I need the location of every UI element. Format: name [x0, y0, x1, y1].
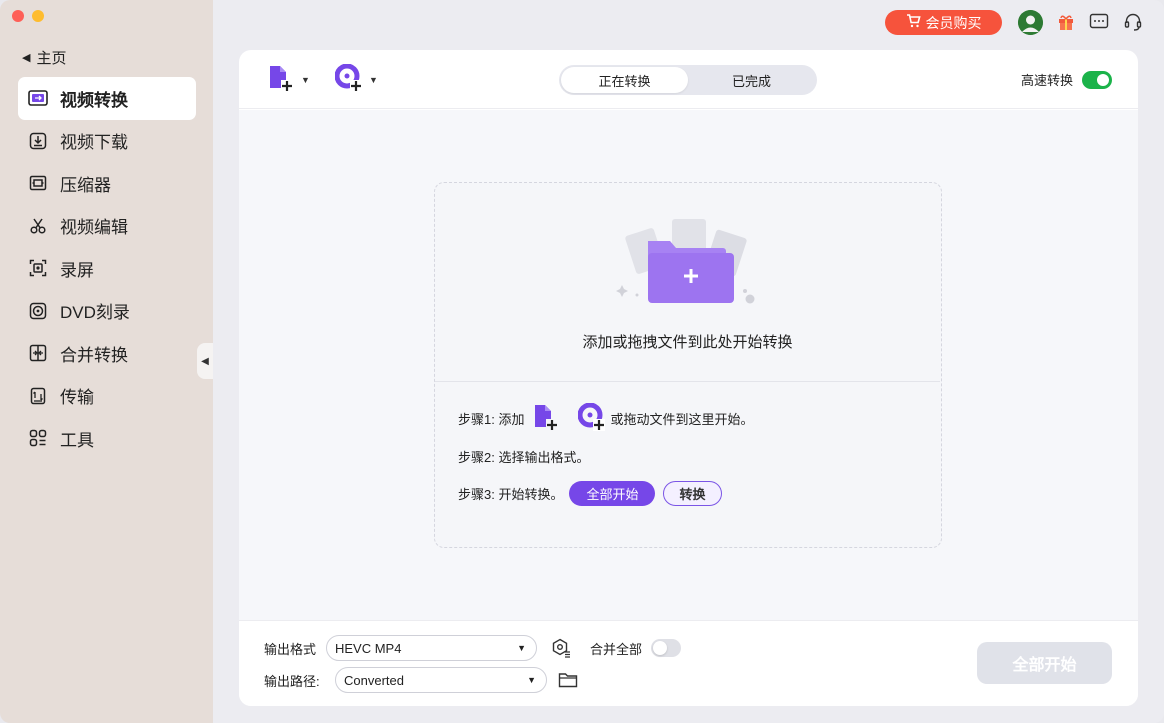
step-3: 步骤3: 开始转换。 全部开始 转换: [458, 481, 722, 506]
toolbar: ▼ ▼ 正在转换 已完成 高速转换: [239, 50, 1138, 109]
sidebar-item-label: 合并转换: [60, 345, 128, 365]
sidebar-item-compressor[interactable]: 压缩器: [18, 162, 196, 205]
bottom-bar: 输出格式 HEVC MP4 ▼ 合并全部 输出路径: Converted ▼ 全…: [239, 620, 1138, 706]
add-file-button[interactable]: ▼: [267, 65, 310, 95]
high-speed-toggle[interactable]: [1082, 70, 1112, 89]
sidebar-item-label: 压缩器: [60, 175, 111, 195]
output-path-value: Converted: [344, 672, 404, 688]
step-2: 步骤2: 选择输出格式。: [458, 447, 589, 466]
vip-label: 会员购买: [925, 14, 982, 31]
home-label: 主页: [36, 50, 67, 67]
start-all-pill-button[interactable]: 全部开始: [569, 481, 656, 506]
headset-support-icon[interactable]: [1122, 11, 1144, 33]
sidebar-item-tools[interactable]: 工具: [18, 417, 196, 460]
transfer-icon: [28, 386, 48, 406]
cart-icon: [906, 14, 921, 31]
merge-all-label: 合并全部: [590, 641, 643, 657]
converter-panel: ▼ ▼ 正在转换 已完成 高速转换 添加或拖拽文件到此处开始转换 步骤1: 添加…: [239, 50, 1138, 706]
chevron-left-icon: ◀: [201, 355, 209, 367]
chevron-down-icon: ▼: [369, 75, 378, 85]
close-window-button[interactable]: [12, 10, 24, 22]
feedback-icon[interactable]: [1088, 11, 1110, 33]
convert-pill-button[interactable]: 转换: [663, 481, 722, 506]
scissors-icon: [28, 216, 48, 236]
window-controls: [12, 10, 44, 22]
merge-icon: [28, 343, 48, 363]
status-tabs: 正在转换 已完成: [559, 65, 817, 95]
sidebar-item-screen-record[interactable]: 录屏: [18, 247, 196, 290]
avatar[interactable]: [1018, 10, 1043, 35]
chevron-down-icon: ▼: [517, 643, 526, 653]
high-speed-setting: 高速转换: [1021, 70, 1112, 89]
grid-icon: [28, 428, 48, 448]
sidebar-item-merge-convert[interactable]: 合并转换: [18, 332, 196, 375]
drop-hint: 添加或拖拽文件到此处开始转换: [582, 334, 793, 351]
step-1-suffix: 或拖动文件到这里开始。: [610, 412, 754, 427]
sidebar-item-dvd-burn[interactable]: DVD刻录: [18, 290, 196, 333]
compress-icon: [28, 173, 48, 193]
output-format-label: 输出格式: [264, 641, 317, 657]
start-all-button[interactable]: 全部开始: [977, 642, 1112, 684]
sidebar-item-label: 工具: [60, 430, 94, 450]
add-file-icon[interactable]: [532, 403, 560, 434]
app-window: ◀ 主页 视频转换 视频下载 压缩器 视频编辑 录屏 DVD刻录 合并转换 传输…: [0, 0, 1164, 723]
add-dvd-button[interactable]: ▼: [334, 63, 378, 97]
tab-finished[interactable]: 已完成: [688, 67, 815, 93]
home-link[interactable]: ◀ 主页: [22, 47, 66, 68]
chevron-down-icon: ▼: [527, 675, 536, 685]
gift-icon[interactable]: [1055, 11, 1077, 33]
sidebar-item-label: 视频编辑: [60, 218, 128, 238]
content-area: 添加或拖拽文件到此处开始转换 步骤1: 添加 或拖动文件到这里开始。 步骤2: …: [239, 110, 1138, 620]
step-3-prefix: 步骤3: 开始转换。: [458, 487, 564, 502]
sidebar-item-video-edit[interactable]: 视频编辑: [18, 205, 196, 248]
add-dvd-icon[interactable]: [577, 402, 606, 434]
output-path-row: 输出路径: Converted ▼: [264, 667, 578, 693]
output-path-label: 输出路径:: [264, 673, 320, 689]
add-file-icon: [267, 64, 295, 97]
download-icon: [28, 131, 48, 151]
sidebar: ◀ 主页 视频转换 视频下载 压缩器 视频编辑 录屏 DVD刻录 合并转换 传输…: [0, 0, 213, 723]
step-1-prefix: 步骤1: 添加: [458, 412, 525, 427]
chevron-down-icon: ▼: [301, 75, 310, 85]
output-format-row: 输出格式 HEVC MP4 ▼ 合并全部: [264, 635, 682, 661]
format-settings-icon[interactable]: [551, 638, 571, 658]
step-2-text: 步骤2: 选择输出格式。: [458, 450, 590, 465]
tab-converting[interactable]: 正在转换: [561, 67, 688, 93]
vip-purchase-button[interactable]: 会员购买: [885, 10, 1002, 35]
high-speed-label: 高速转换: [1020, 73, 1073, 88]
drop-zone[interactable]: 添加或拖拽文件到此处开始转换 步骤1: 添加 或拖动文件到这里开始。 步骤2: …: [434, 182, 942, 548]
sidebar-nav: 视频转换 视频下载 压缩器 视频编辑 录屏 DVD刻录 合并转换 传输 工具: [18, 77, 196, 460]
folder-illustration-icon: [616, 219, 755, 304]
add-dvd-icon: [334, 63, 363, 97]
disc-icon: [28, 301, 48, 321]
merge-all-toggle[interactable]: [651, 639, 682, 657]
minimize-window-button[interactable]: [32, 10, 44, 22]
sidebar-item-label: 视频下载: [60, 133, 128, 153]
sidebar-item-label: 传输: [60, 388, 94, 408]
screen-record-icon: [28, 258, 48, 278]
step-1: 步骤1: 添加 或拖动文件到这里开始。: [458, 402, 754, 434]
sidebar-item-label: 录屏: [60, 260, 94, 280]
output-format-select[interactable]: HEVC MP4 ▼: [326, 635, 537, 661]
output-format-value: HEVC MP4: [335, 640, 402, 656]
sidebar-item-video-convert[interactable]: 视频转换: [18, 77, 196, 120]
video-convert-icon: [28, 88, 48, 108]
sidebar-item-label: DVD刻录: [60, 303, 130, 323]
drop-zone-header: 添加或拖拽文件到此处开始转换: [435, 183, 940, 382]
sidebar-item-video-download[interactable]: 视频下载: [18, 120, 196, 163]
collapse-sidebar-button[interactable]: ◀: [197, 343, 213, 379]
sidebar-item-transfer[interactable]: 传输: [18, 375, 196, 418]
output-path-select[interactable]: Converted ▼: [335, 667, 547, 693]
sidebar-item-label: 视频转换: [60, 90, 128, 110]
chevron-left-icon: ◀: [22, 52, 31, 64]
folder-icon[interactable]: [558, 672, 578, 688]
